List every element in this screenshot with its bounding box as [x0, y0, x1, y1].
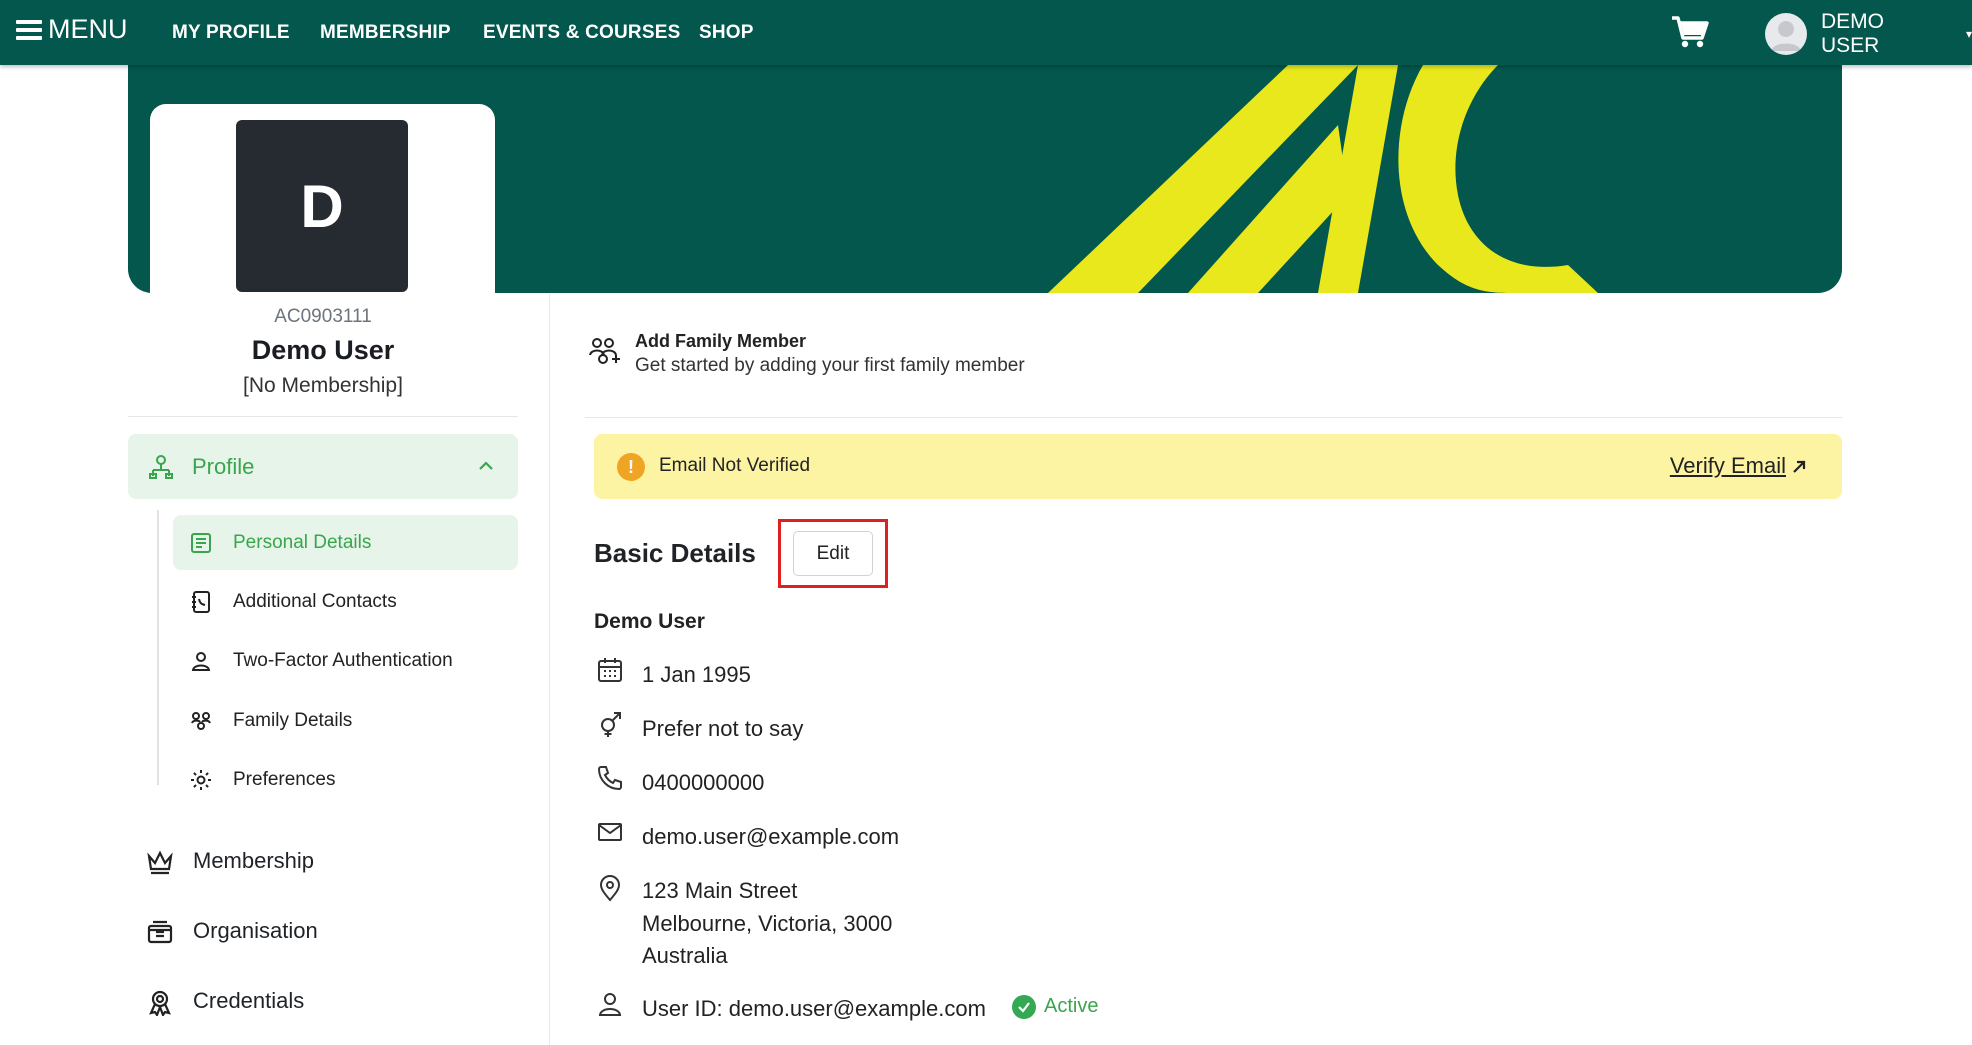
address-row: 123 Main Street Melbourne, Victoria, 300…	[594, 874, 1794, 974]
user-avatar-icon	[1765, 13, 1807, 55]
sidebar-item-label: Credentials	[193, 988, 305, 1013]
sidebar-item-additional-contacts[interactable]: Additional Contacts	[173, 574, 518, 629]
nav-membership[interactable]: MEMBERSHIP	[320, 22, 451, 44]
active-status-label: Active	[1044, 995, 1099, 1017]
phone-icon	[596, 764, 624, 792]
location-pin-icon	[596, 874, 624, 902]
external-link-arrow-icon	[1790, 458, 1808, 481]
membership-status: [No Membership]	[243, 374, 403, 397]
nav-my-profile[interactable]: MY PROFILE	[172, 22, 290, 44]
chevron-down-icon: ▾	[1965, 27, 1972, 41]
profile-tree-icon	[148, 454, 174, 485]
user-id-row: User ID: demo.user@example.com Active	[594, 990, 1794, 1026]
person-name: Demo User	[594, 610, 705, 633]
chevron-up-icon	[476, 456, 496, 481]
divider	[585, 417, 1842, 418]
organisation-icon	[146, 918, 174, 946]
nav-events-courses[interactable]: EVENTS & COURSES	[483, 22, 680, 44]
sidebar-item-label: Personal Details	[233, 531, 372, 553]
sidebar-item-family-details[interactable]: Family Details	[173, 693, 518, 748]
menu-button[interactable]: MENU	[16, 14, 128, 45]
profile-avatar: D	[236, 120, 408, 292]
date-of-birth-value: 1 Jan 1995	[642, 662, 751, 687]
check-circle-icon	[1012, 994, 1036, 1019]
document-icon	[189, 531, 213, 555]
address-line-2: Melbourne, Victoria, 3000	[642, 911, 893, 936]
address-line-3: Australia	[642, 943, 728, 968]
basic-details-title: Basic Details	[594, 538, 756, 568]
phone-value: 0400000000	[642, 770, 765, 795]
address-line-1: 123 Main Street	[642, 878, 798, 903]
gender-row: Prefer not to say	[594, 710, 1794, 746]
alert-text: Email Not Verified	[659, 455, 811, 476]
gender-value: Prefer not to say	[642, 716, 804, 741]
email-value: demo.user@example.com	[642, 824, 900, 849]
sidebar-item-label: Organisation	[193, 918, 318, 943]
gender-icon	[596, 710, 624, 738]
sidebar-item-label: Membership	[193, 848, 315, 873]
user-menu[interactable]: DEMO USER ▾	[1765, 10, 1972, 58]
contact-book-icon	[189, 590, 213, 614]
sidebar-item-credentials[interactable]: Credentials	[140, 976, 520, 1026]
add-family-icon	[587, 335, 621, 374]
top-navigation-bar: MENU MY PROFILE MEMBERSHIP EVENTS & COUR…	[0, 0, 1972, 65]
sidebar-group-label: Profile	[192, 453, 255, 479]
menu-label: MENU	[48, 14, 128, 44]
phone-row: 0400000000	[594, 764, 1794, 800]
family-icon	[189, 709, 213, 733]
sidebar-item-label: Family Details	[233, 709, 353, 731]
edit-button[interactable]: Edit	[793, 531, 873, 576]
sidebar-item-label: Preferences	[233, 768, 336, 790]
active-status-badge: Active	[1012, 990, 1098, 1023]
vertical-divider	[549, 294, 550, 1045]
mail-icon	[596, 818, 624, 846]
divider	[128, 416, 518, 417]
cart-icon[interactable]	[1670, 14, 1710, 50]
calendar-icon	[596, 656, 624, 684]
verify-email-link[interactable]: Verify Email	[1670, 453, 1786, 479]
sidebar-item-label: Two-Factor Authentication	[233, 649, 453, 671]
sidebar-item-organisation[interactable]: Organisation	[140, 906, 520, 956]
add-family-member-card[interactable]: Add Family Member Get started by adding …	[585, 325, 1842, 417]
gear-icon	[189, 768, 213, 792]
nav-shop[interactable]: SHOP	[699, 22, 754, 44]
email-verification-alert: ! Email Not Verified Verify Email	[594, 434, 1842, 499]
sidebar-item-preferences[interactable]: Preferences	[173, 752, 518, 807]
hamburger-icon	[16, 19, 42, 40]
sidebar-item-personal-details[interactable]: Personal Details	[173, 515, 518, 570]
member-name: Demo User	[251, 335, 395, 365]
crown-icon	[146, 848, 174, 876]
user-icon	[596, 990, 624, 1018]
user-id-value: User ID: demo.user@example.com	[642, 996, 986, 1021]
warning-icon: !	[617, 453, 645, 481]
add-family-subtitle: Get started by adding your first family …	[635, 355, 1025, 376]
sidebar-item-label: Additional Contacts	[233, 590, 397, 612]
sidebar-group-profile[interactable]: Profile	[128, 434, 518, 499]
award-badge-icon	[146, 988, 174, 1018]
subnav-guide-line	[157, 510, 159, 785]
person-icon	[189, 649, 213, 673]
sidebar-item-two-factor[interactable]: Two-Factor Authentication	[173, 633, 518, 688]
sidebar-item-membership[interactable]: Membership	[140, 836, 520, 886]
user-name-label: DEMO USER	[1820, 10, 1884, 57]
add-family-title: Add Family Member	[635, 331, 807, 351]
email-row: demo.user@example.com	[594, 818, 1794, 854]
member-id: AC0903111	[274, 306, 372, 327]
date-of-birth-row: 1 Jan 1995	[594, 656, 1794, 692]
